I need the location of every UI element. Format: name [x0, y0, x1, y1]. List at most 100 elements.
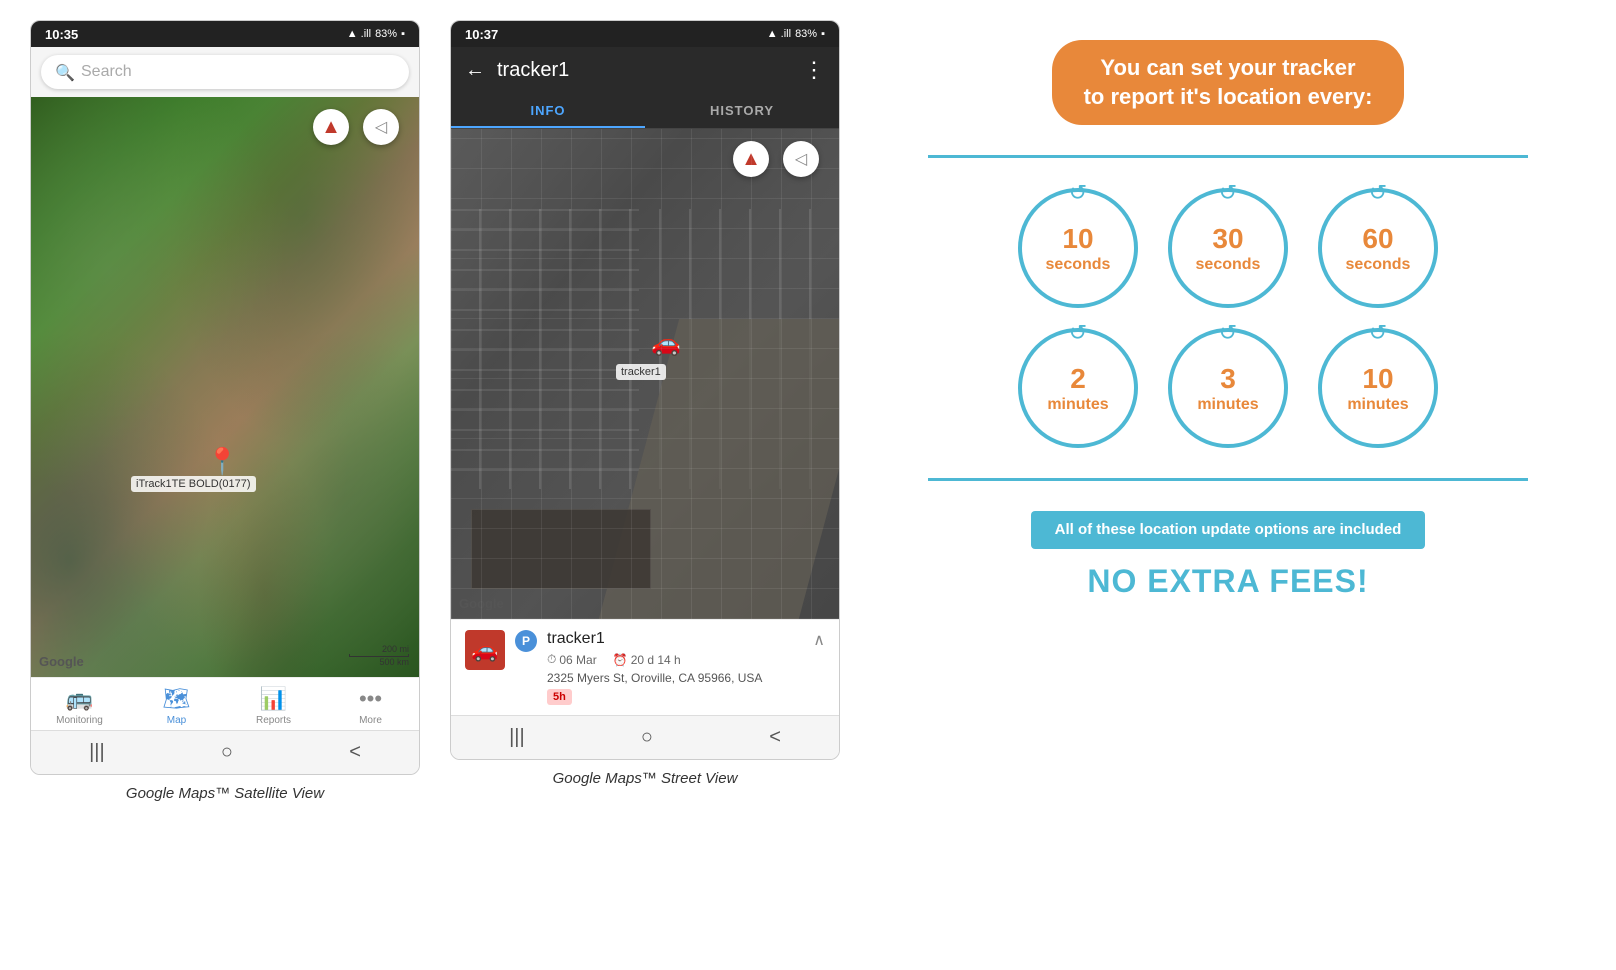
- satellite-map-bg: ▲ ◁ 📍 iTrack1TE BOLD(0177) Google 200 mi: [31, 97, 419, 677]
- info-title-banner: You can set your tracker to report it's …: [1052, 40, 1405, 125]
- more-menu-button[interactable]: ⋮: [803, 57, 825, 83]
- interval-2m: 2 minutes: [1018, 328, 1138, 448]
- phone2-map-compass[interactable]: ▲: [733, 141, 769, 177]
- phone1-caption: Google Maps™ Satellite View: [30, 775, 420, 807]
- monitoring-icon: 🚌: [66, 686, 93, 712]
- interval-circle-10s: 10 seconds: [1018, 188, 1138, 308]
- interval-unit-10s: seconds: [1046, 255, 1111, 274]
- phone1-battery: 83%: [375, 28, 397, 40]
- android-menu-btn[interactable]: |||: [89, 741, 105, 764]
- no-extra-fees-text: NO EXTRA FEES!: [1031, 563, 1426, 600]
- phone2-battery: 83%: [795, 28, 817, 40]
- nav-monitoring[interactable]: 🚌 Monitoring: [50, 686, 110, 726]
- map-compass[interactable]: ▲: [313, 109, 349, 145]
- tab-info[interactable]: INFO: [451, 93, 645, 128]
- phone2-tracker-marker: 🚗: [651, 329, 681, 358]
- android-back-btn[interactable]: <: [349, 741, 361, 764]
- interval-number-30s: 30: [1196, 222, 1261, 256]
- phone2-android-home-btn[interactable]: ○: [641, 726, 653, 749]
- building-overlay: [471, 509, 651, 589]
- more-icon: •••: [359, 686, 382, 712]
- interval-text-30s: 30 seconds: [1196, 222, 1261, 275]
- phone1-status-icons: ▲ .ill 83% ▪: [347, 28, 405, 40]
- phone2-compass-arrow: ▲: [741, 148, 761, 171]
- info-divider-bottom: [928, 478, 1528, 481]
- interval-10s: 10 seconds: [1018, 188, 1138, 308]
- included-text: All of these location update options are…: [1055, 521, 1402, 538]
- panel-expand-button[interactable]: ∧: [813, 630, 825, 650]
- interval-unit-10m: minutes: [1347, 395, 1408, 414]
- tracker-header: ← tracker1 ⋮: [451, 47, 839, 93]
- tracker-meta: ⏱ 06 Mar ⏰ 20 d 14 h: [547, 652, 803, 667]
- street-overlay: [451, 129, 839, 619]
- search-placeholder[interactable]: Search: [81, 63, 132, 81]
- tab-history[interactable]: HISTORY: [645, 93, 839, 128]
- phone2-android-menu-btn[interactable]: |||: [509, 726, 525, 749]
- interval-text-3m: 3 minutes: [1197, 362, 1258, 415]
- included-banner: All of these location update options are…: [1031, 511, 1426, 549]
- nav-map[interactable]: 🗺 Map: [147, 686, 207, 726]
- tracker-info-header: 🚗 P tracker1 ⏱ 06 Mar ⏰ 20 d 14 h 2325 M…: [465, 630, 825, 705]
- phone2-signal-icon: ▲ .ill: [767, 28, 791, 40]
- interval-30s: 30 seconds: [1168, 188, 1288, 308]
- interval-text-2m: 2 minutes: [1047, 362, 1108, 415]
- tracker-5h-badge: 5h: [547, 689, 572, 705]
- interval-number-10m: 10: [1347, 362, 1408, 396]
- phone2-caption: Google Maps™ Street View: [450, 760, 840, 792]
- interval-number-2m: 2: [1047, 362, 1108, 396]
- phone2-map-location-button[interactable]: ◁: [783, 141, 819, 177]
- intervals-row-1: 10 seconds 30 seconds 60 seconds: [1018, 188, 1438, 308]
- interval-text-60s: 60 seconds: [1346, 222, 1411, 275]
- location-icon: ◁: [375, 117, 387, 137]
- tracker-info-panel: 🚗 P tracker1 ⏱ 06 Mar ⏰ 20 d 14 h 2325 M…: [451, 619, 839, 715]
- street-map-bg: ▲ ◁ 🚗 tracker1 Google: [451, 129, 839, 619]
- phone1-status-bar: 10:35 ▲ .ill 83% ▪: [31, 21, 419, 47]
- android-home-btn[interactable]: ○: [221, 741, 233, 764]
- no-fees-section: All of these location update options are…: [1031, 511, 1426, 600]
- nav-more-label: More: [359, 715, 382, 726]
- interval-text-10m: 10 minutes: [1347, 362, 1408, 415]
- phone2-mockup: 10:37 ▲ .ill 83% ▪ ← tracker1 ⋮ INFO HIS…: [450, 20, 840, 760]
- interval-unit-2m: minutes: [1047, 395, 1108, 414]
- google-watermark: Google: [39, 654, 84, 669]
- interval-unit-3m: minutes: [1197, 395, 1258, 414]
- phone1-mockup: 10:35 ▲ .ill 83% ▪ 🔍 Search ▲: [30, 20, 420, 775]
- intervals-row-2: 2 minutes 3 minutes 10 minutes: [1018, 328, 1438, 448]
- phone2-google-watermark: Google: [459, 596, 504, 611]
- tracker-car-icon: 🚗: [465, 630, 505, 670]
- interval-10m: 10 minutes: [1318, 328, 1438, 448]
- nav-more[interactable]: ••• More: [341, 686, 401, 726]
- tracker-info-name: tracker1: [547, 630, 803, 648]
- search-icon: 🔍: [55, 63, 73, 81]
- intervals-grid: 10 seconds 30 seconds 60 seconds: [1018, 188, 1438, 448]
- tracker-tabs: INFO HISTORY: [451, 93, 839, 129]
- nav-reports[interactable]: 📊 Reports: [244, 686, 304, 726]
- map-location-button[interactable]: ◁: [363, 109, 399, 145]
- compass-arrow: ▲: [321, 116, 341, 139]
- phone2-map[interactable]: ▲ ◁ 🚗 tracker1 Google: [451, 129, 839, 619]
- interval-number-10s: 10: [1046, 222, 1111, 256]
- phone1-search-container: 🔍 Search: [31, 47, 419, 97]
- phone1-signal-icon: ▲ .ill: [347, 28, 371, 40]
- interval-circle-10m: 10 minutes: [1318, 328, 1438, 448]
- tracker-duration-icon: ⏰ 20 d 14 h: [613, 653, 681, 667]
- road-overlay: [599, 319, 839, 619]
- phone2-location-icon: ◁: [795, 149, 807, 169]
- interval-circle-2m: 2 minutes: [1018, 328, 1138, 448]
- back-button[interactable]: ←: [465, 59, 485, 82]
- phone2-status-icons: ▲ .ill 83% ▪: [767, 28, 825, 40]
- phone1-map[interactable]: ▲ ◁ 📍 iTrack1TE BOLD(0177) Google 200 mi: [31, 97, 419, 677]
- interval-60s: 60 seconds: [1318, 188, 1438, 308]
- phone1-time: 10:35: [45, 27, 78, 42]
- phone2-android-back-btn[interactable]: <: [769, 726, 781, 749]
- interval-circle-30s: 30 seconds: [1168, 188, 1288, 308]
- phone2-android-nav: ||| ○ <: [451, 715, 839, 759]
- interval-unit-60s: seconds: [1346, 255, 1411, 274]
- info-title-line2: to report it's location every:: [1084, 83, 1373, 112]
- tracker-label: iTrack1TE BOLD(0177): [131, 476, 256, 492]
- map-icon: 🗺: [163, 686, 191, 712]
- phone1-search-bar[interactable]: 🔍 Search: [41, 55, 409, 89]
- phone2-battery-icon: ▪: [821, 28, 825, 40]
- interval-circle-60s: 60 seconds: [1318, 188, 1438, 308]
- parking-lines-h: [451, 209, 839, 489]
